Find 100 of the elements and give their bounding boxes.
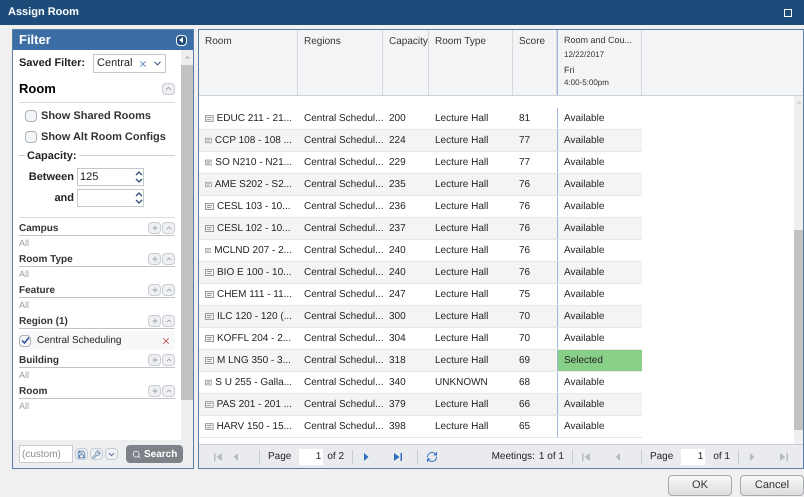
column-header[interactable]: Score: [513, 30, 557, 95]
table-cell-text: SO N210 - N21...: [215, 156, 292, 170]
first-page-icon[interactable]: [580, 452, 591, 462]
clear-icon[interactable]: [138, 58, 148, 68]
table-cell-text: Central Schedul...: [304, 222, 384, 236]
table-cell-text: 240: [389, 244, 406, 258]
spinner-icon[interactable]: [135, 170, 143, 184]
table-row[interactable]: CESL 102 - 10... Central Schedul... 237 Lecture Hall 76 Available: [199, 218, 642, 240]
capacity-label: Capacity:: [26, 148, 78, 164]
maximize-icon[interactable]: [784, 8, 792, 16]
table-cell-text: 236: [389, 200, 406, 214]
collapse-button[interactable]: [162, 222, 175, 234]
table-cell-text: KOFFL 204 - 2...: [217, 332, 292, 346]
table-cell-text: BIO E 100 - 10...: [217, 266, 292, 280]
scroll-up-icon[interactable]: [796, 100, 802, 106]
saved-filter-field[interactable]: Central: [93, 54, 166, 73]
table-row[interactable]: MCLND 207 - 2... Central Schedul... 240 Lecture Hall 76 Available: [199, 240, 642, 262]
dialog-button[interactable]: Cancel: [740, 475, 804, 496]
table-row[interactable]: HARV 150 - 15... Central Schedul... 398 Lecture Hall 65 Available: [199, 416, 642, 438]
scroll-up-icon[interactable]: [184, 54, 190, 61]
plus-icon: [150, 255, 158, 263]
column-header[interactable]: Capacity: [383, 30, 429, 95]
page-field[interactable]: 1: [681, 448, 706, 464]
table-cell-text: 398: [389, 420, 406, 434]
table-row[interactable]: SO N210 - N21... Central Schedul... 229 Lecture Hall 77 Available: [199, 152, 642, 174]
wrench-button[interactable]: [90, 448, 103, 460]
table-cell-text: Lecture Hall: [435, 354, 488, 368]
collapse-button[interactable]: [162, 315, 175, 327]
checkbox[interactable]: [19, 334, 31, 346]
custom-filter-field[interactable]: (custom): [19, 445, 73, 463]
column-header[interactable]: Room: [199, 30, 298, 95]
table-row[interactable]: CESL 103 - 10... Central Schedul... 236 Lecture Hall 76 Available: [199, 196, 642, 218]
collapse-button[interactable]: [162, 284, 175, 296]
collapse-icon[interactable]: [176, 34, 187, 46]
add-button[interactable]: [148, 385, 161, 397]
remove-icon[interactable]: [161, 336, 171, 346]
refresh-icon[interactable]: [426, 450, 438, 462]
add-button[interactable]: [148, 222, 161, 234]
section-title: Region (1): [19, 314, 68, 328]
table-cell-text: S U 255 - Galla...: [215, 376, 292, 390]
table-cell-text: 318: [389, 354, 406, 368]
collapse-button[interactable]: [162, 354, 175, 366]
checkbox[interactable]: [25, 110, 37, 122]
table-row[interactable]: CCP 108 - 108 ... Central Schedul... 224 Lecture Hall 77 Available: [199, 130, 642, 152]
first-page-icon[interactable]: [213, 452, 223, 462]
meetings-count: 1 of 1: [538, 450, 564, 464]
table-cell-text: 247: [389, 288, 406, 302]
dropdown-button[interactable]: [105, 448, 118, 460]
table-row[interactable]: BIO E 100 - 10... Central Schedul... 240 Lecture Hall 76 Available: [199, 262, 642, 284]
table-row[interactable]: ILC 120 - 120 (... Central Schedul... 300 Lecture Hall 70 Available: [199, 306, 642, 328]
previous-page-icon[interactable]: [231, 452, 241, 462]
column-header[interactable]: Room Type: [429, 30, 513, 95]
table-cell-text: 77: [519, 156, 530, 170]
caret-up-icon: [164, 224, 172, 232]
table-cell-text: MCLND 207 - 2...: [214, 244, 292, 258]
section-summary: All: [19, 300, 30, 311]
between-field[interactable]: 125: [77, 168, 144, 186]
add-button[interactable]: [148, 253, 161, 265]
table-cell-text: Lecture Hall: [435, 156, 488, 170]
last-page-icon[interactable]: [393, 452, 404, 462]
column-header[interactable]: Regions: [298, 30, 383, 95]
spinner-icon[interactable]: [135, 191, 143, 205]
table-cell-text: 237: [389, 222, 406, 236]
status-cell: Available: [557, 218, 642, 239]
table-cell-text: 379: [389, 398, 406, 412]
status-cell: Available: [557, 152, 642, 173]
dialog-button[interactable]: OK: [668, 475, 732, 496]
plus-icon: [150, 224, 158, 232]
add-button[interactable]: [148, 354, 161, 366]
page-field[interactable]: 1: [299, 448, 324, 464]
add-button[interactable]: [148, 315, 161, 327]
save-button[interactable]: [75, 448, 88, 460]
and-field[interactable]: [77, 189, 144, 207]
table-row[interactable]: PAS 201 - 201 ... Central Schedul... 379 Lecture Hall 66 Available: [199, 394, 642, 416]
add-button[interactable]: [148, 284, 161, 296]
status-cell: Available: [557, 130, 642, 151]
grid-scrollbar[interactable]: [794, 96, 803, 444]
collapse-button[interactable]: [162, 253, 175, 265]
note-icon: [205, 225, 214, 232]
checkbox[interactable]: [25, 131, 37, 144]
save-icon: [77, 450, 86, 458]
collapse-button[interactable]: [162, 385, 175, 397]
meetings-label: Meetings:: [492, 450, 535, 464]
table-row[interactable]: M LNG 350 - 3... Central Schedul... 318 Lecture Hall 69 Selected: [199, 350, 642, 372]
section-summary: All: [19, 269, 30, 280]
note-icon: [205, 291, 214, 298]
note-icon: [205, 335, 214, 342]
table-cell-text: 300: [389, 310, 406, 324]
table-row[interactable]: CHEM 111 - 11... Central Schedul... 247 Lecture Hall 75 Available: [199, 284, 642, 306]
scrollbar[interactable]: [181, 50, 193, 440]
and-label: and: [53, 190, 75, 206]
section-title: Building: [19, 354, 59, 368]
search-button[interactable]: Search: [126, 445, 184, 463]
table-cell-text: 340: [389, 376, 406, 390]
note-icon: [205, 313, 214, 320]
table-row[interactable]: AME S202 - S2... Central Schedul... 235 Lecture Hall 76 Available: [199, 174, 642, 196]
table-row[interactable]: S U 255 - Galla... Central Schedul... 340 UNKNOWN 68 Available: [199, 372, 642, 394]
collapse-button[interactable]: [162, 82, 175, 95]
table-row[interactable]: KOFFL 204 - 2... Central Schedul... 304 Lecture Hall 70 Available: [199, 328, 642, 350]
table-row[interactable]: EDUC 211 - 21... Central Schedul... 200 Lecture Hall 81 Available: [199, 108, 642, 130]
